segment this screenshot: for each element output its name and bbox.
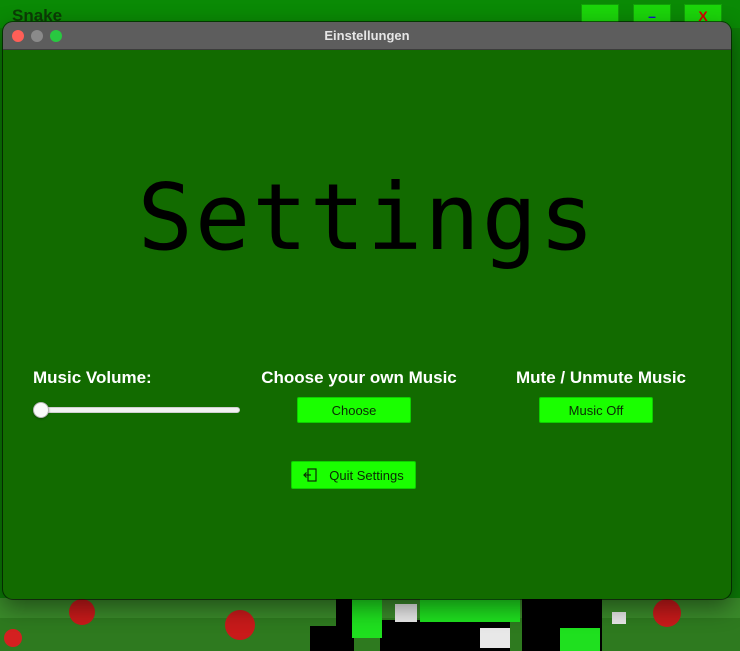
music-volume-slider[interactable] xyxy=(33,402,240,418)
apple-icon xyxy=(69,599,95,625)
quit-settings-label: Quit Settings xyxy=(329,467,404,483)
settings-heading: Settings xyxy=(137,164,597,271)
apple-icon xyxy=(653,599,681,627)
apple-icon xyxy=(4,629,22,647)
apple-icon xyxy=(225,610,255,640)
mute-music-label: Mute / Unmute Music xyxy=(515,368,686,387)
exit-door-icon xyxy=(303,468,317,482)
music-off-button-label: Music Off xyxy=(568,402,624,418)
choose-music-button[interactable]: Choose xyxy=(297,397,411,423)
game-field-pixels xyxy=(0,598,740,651)
choose-music-label: Choose your own Music xyxy=(261,368,457,387)
window-title: Einstellungen xyxy=(324,28,410,43)
game-field xyxy=(0,598,740,651)
settings-window: Einstellungen Settings Music Volume: Cho… xyxy=(3,22,731,599)
window-title-bar: Einstellungen xyxy=(3,22,731,50)
quit-settings-button[interactable]: Quit Settings xyxy=(291,461,416,489)
slider-track[interactable] xyxy=(35,407,240,413)
choose-music-button-label: Choose xyxy=(331,402,377,418)
music-volume-label: Music Volume: xyxy=(33,368,152,387)
music-off-button[interactable]: Music Off xyxy=(539,397,653,423)
slider-thumb[interactable] xyxy=(33,402,49,418)
